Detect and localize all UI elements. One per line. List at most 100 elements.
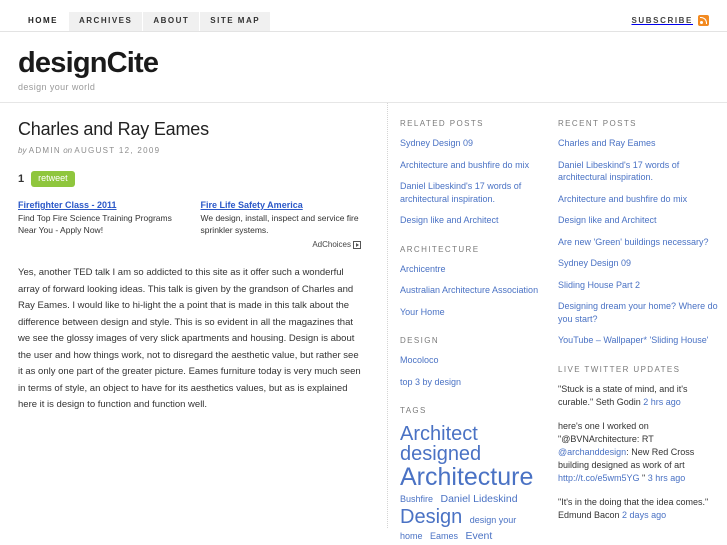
nav-item-home[interactable]: Home	[18, 12, 69, 31]
top-navigation-bar: Home Archives About Site Map Subscribe	[0, 0, 727, 32]
tag-link[interactable]: Eames	[430, 531, 458, 541]
site-tagline: design your world	[18, 82, 96, 92]
architecture-link[interactable]: Archicentre	[400, 263, 540, 276]
post-title: Charles and Ray Eames	[18, 119, 209, 139]
tweet-item: "It's in the doing that the idea comes."…	[558, 496, 719, 522]
list-item: Sydney Design 09	[400, 137, 540, 150]
widget-title-recent-posts: Recent Posts	[558, 119, 637, 128]
tag-link[interactable]: Architecture	[400, 463, 533, 491]
subscribe-label: Subscribe	[631, 16, 693, 25]
nav-item-archives[interactable]: Archives	[69, 12, 144, 31]
list-item: Mocoloco	[400, 354, 540, 367]
recent-post-link[interactable]: Designing dream your home? Where do you …	[558, 300, 719, 325]
byline-on: on	[63, 146, 73, 155]
design-link[interactable]: Mocoloco	[400, 354, 540, 367]
adchoices-link[interactable]: AdChoices	[18, 240, 365, 249]
ad-block: Firefighter Class - 2011 Find Top Fire S…	[18, 200, 365, 236]
list-item: Are new 'Green' buildings necessary?	[558, 236, 719, 249]
list-item: Your Home	[400, 306, 540, 319]
retweet-widget[interactable]: 1 retweet	[18, 171, 365, 187]
widget-title-twitter: Live Twitter Updates	[558, 364, 681, 374]
widget-architecture: Architecture Archicentre Australian Arch…	[400, 245, 540, 319]
tag-link[interactable]: Design	[400, 506, 462, 528]
tweet-text: here's one I worked on "@BVNArchitecture…	[558, 420, 654, 444]
main-column: Charles and Ray Eames by ADMIN on AUGUST…	[0, 103, 388, 528]
related-post-link[interactable]: Design like and Architect	[400, 214, 540, 227]
adchoices-label: AdChoices	[312, 240, 351, 249]
byline-author[interactable]: ADMIN	[29, 146, 61, 155]
tweet-timestamp[interactable]: 2 days ago	[622, 510, 666, 520]
recent-post-link[interactable]: Daniel Libeskind's 17 words of architect…	[558, 159, 719, 184]
list-item: Architecture and bushfire do mix	[558, 193, 719, 206]
related-post-link[interactable]: Architecture and bushfire do mix	[400, 159, 540, 172]
nav-item-about[interactable]: About	[143, 12, 201, 31]
tweet-url[interactable]: http://t.co/e5wm5YG	[558, 473, 640, 483]
tag-link[interactable]: Event	[465, 530, 492, 542]
architecture-list: Archicentre Australian Architecture Asso…	[400, 263, 540, 319]
ad-description: Find Top Fire Science Training Programs …	[18, 213, 172, 235]
list-item: Architecture and bushfire do mix	[400, 159, 540, 172]
masthead: designCite design your world	[0, 32, 727, 103]
list-item: Designing dream your home? Where do you …	[558, 300, 719, 325]
subscribe-link[interactable]: Subscribe	[631, 15, 709, 26]
tag-link[interactable]: Bushfire	[400, 494, 433, 504]
widget-title-tags: Tags	[400, 406, 427, 415]
ad-title-link[interactable]: Fire Life Safety America	[201, 200, 366, 210]
nav-item-site-map[interactable]: Site Map	[200, 12, 272, 31]
recent-post-link[interactable]: Sliding House Part 2	[558, 279, 719, 292]
recent-post-link[interactable]: Architecture and bushfire do mix	[558, 193, 719, 206]
retweet-button[interactable]: retweet	[31, 171, 75, 187]
sidebar-middle: Related Posts Sydney Design 09 Architect…	[388, 103, 550, 545]
recent-post-link[interactable]: Design like and Architect	[558, 214, 719, 227]
tweet-text: "	[639, 472, 648, 483]
adchoices-icon	[353, 240, 361, 249]
tweet-timestamp[interactable]: 3 hrs ago	[648, 473, 686, 483]
architecture-link[interactable]: Australian Architecture Association	[400, 284, 540, 297]
tweet-item: "Stuck is a state of mind, and it's cura…	[558, 383, 719, 409]
ad-description: We design, install, inspect and service …	[200, 213, 359, 235]
recent-post-link[interactable]: Sydney Design 09	[558, 257, 719, 270]
main-nav: Home Archives About Site Map	[18, 12, 272, 31]
byline-date: AUGUST 12, 2009	[74, 146, 161, 155]
post-paragraph: Yes, another TED talk I am so addicted t…	[18, 267, 361, 410]
tweet-mention[interactable]: @archanddesign	[558, 447, 626, 457]
list-item: Sliding House Part 2	[558, 279, 719, 292]
widget-design: Design Mocoloco top 3 by design	[400, 336, 540, 388]
widget-related-posts: Related Posts Sydney Design 09 Architect…	[400, 119, 540, 227]
recent-posts-list: Charles and Ray Eames Daniel Libeskind's…	[558, 137, 719, 347]
sidebar-right: Recent Posts Charles and Ray Eames Danie…	[550, 103, 727, 528]
tag-link[interactable]: Daniel Lideskind	[440, 493, 517, 505]
post-byline: by ADMIN on AUGUST 12, 2009	[18, 146, 365, 155]
page-root: Home Archives About Site Map Subscribe d…	[0, 0, 727, 545]
recent-post-link[interactable]: Are new 'Green' buildings necessary?	[558, 236, 719, 249]
list-item: top 3 by design	[400, 376, 540, 389]
recent-post-link[interactable]: Charles and Ray Eames	[558, 137, 719, 150]
widget-title-design: Design	[400, 336, 440, 345]
ad-unit[interactable]: Firefighter Class - 2011 Find Top Fire S…	[18, 200, 183, 236]
list-item: Design like and Architect	[558, 214, 719, 227]
ad-unit[interactable]: Fire Life Safety America We design, inst…	[201, 200, 366, 236]
ad-title-link[interactable]: Firefighter Class - 2011	[18, 200, 183, 210]
architecture-link[interactable]: Your Home	[400, 306, 540, 319]
related-post-link[interactable]: Daniel Libeskind's 17 words of architect…	[400, 180, 540, 205]
list-item: Charles and Ray Eames	[558, 137, 719, 150]
site-title[interactable]: designCite	[18, 48, 709, 78]
content-area: Charles and Ray Eames by ADMIN on AUGUST…	[0, 103, 727, 545]
widget-title-architecture: Architecture	[400, 244, 480, 254]
related-posts-list: Sydney Design 09 Architecture and bushfi…	[400, 137, 540, 227]
recent-post-link[interactable]: YouTube – Wallpaper* 'Sliding House'	[558, 334, 719, 347]
tag-link[interactable]: Architect	[400, 423, 478, 445]
list-item: Sydney Design 09	[558, 257, 719, 270]
list-item: Archicentre	[400, 263, 540, 276]
design-link[interactable]: top 3 by design	[400, 376, 540, 389]
design-list: Mocoloco top 3 by design	[400, 354, 540, 388]
list-item: YouTube – Wallpaper* 'Sliding House'	[558, 334, 719, 347]
widget-live-twitter-updates: Live Twitter Updates "Stuck is a state o…	[558, 365, 719, 522]
list-item: Daniel Libeskind's 17 words of architect…	[558, 159, 719, 184]
tweet-timestamp[interactable]: 2 hrs ago	[643, 397, 681, 407]
widget-tags: Tags Architect designed Architecture Bus…	[400, 406, 540, 545]
list-item: Daniel Libeskind's 17 words of architect…	[400, 180, 540, 205]
related-post-link[interactable]: Sydney Design 09	[400, 137, 540, 150]
widget-recent-posts: Recent Posts Charles and Ray Eames Danie…	[558, 119, 719, 347]
post-body: Yes, another TED talk I am so addicted t…	[18, 265, 365, 414]
